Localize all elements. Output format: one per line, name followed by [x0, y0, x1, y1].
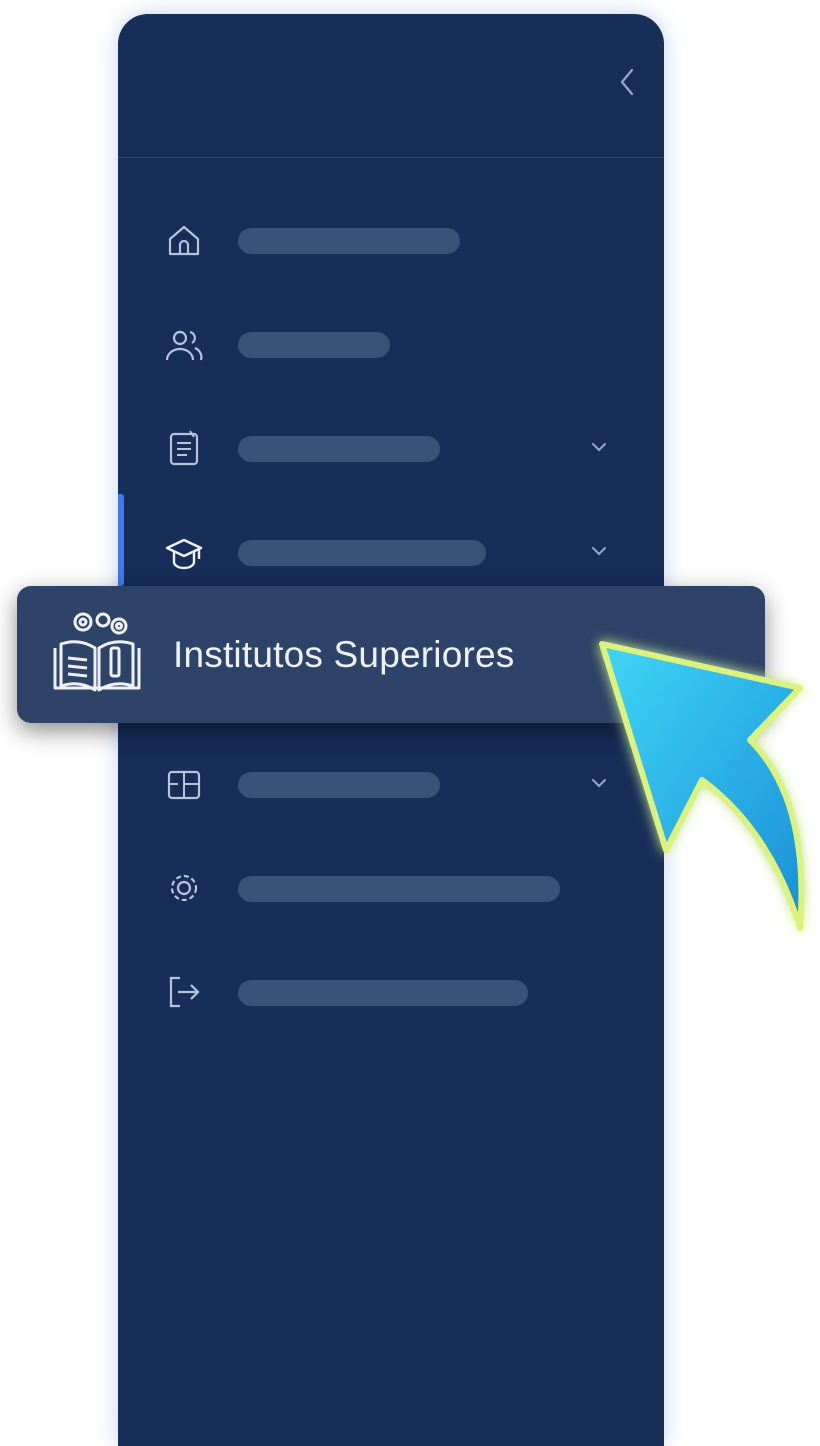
document-icon	[169, 430, 199, 466]
sidebar	[118, 14, 664, 1446]
logout-icon	[169, 976, 200, 1008]
chevron-down-icon[interactable]	[588, 436, 610, 458]
chevron-left-icon[interactable]	[616, 66, 638, 98]
curved-arrow-pointer-icon	[599, 641, 805, 931]
flyout-label: Institutos Superiores	[173, 634, 515, 675]
gear-icon	[170, 874, 198, 902]
sidebar-item-label-placeholder	[238, 540, 486, 566]
chevron-down-icon[interactable]	[588, 540, 610, 562]
sidebar-item-label-placeholder	[238, 436, 440, 462]
sidebar-header	[118, 14, 664, 158]
book-gears-icon	[53, 612, 141, 692]
graduation-cap-icon	[165, 538, 203, 570]
users-icon	[165, 330, 203, 361]
home-icon	[168, 225, 200, 256]
sidebar-item-documents[interactable]	[118, 408, 664, 488]
sidebar-item-label-placeholder	[238, 228, 460, 254]
sidebar-item-label-placeholder	[238, 876, 560, 902]
sidebar-item-label-placeholder	[238, 772, 440, 798]
sidebar-item-users[interactable]	[118, 304, 664, 384]
sidebar-item-logout[interactable]	[118, 952, 664, 1032]
sidebar-item-education[interactable]	[118, 512, 664, 592]
sidebar-item-home[interactable]	[118, 200, 664, 280]
sidebar-item-label-placeholder	[238, 980, 528, 1006]
sidebar-item-layout[interactable]	[118, 744, 664, 824]
sidebar-item-settings[interactable]	[118, 848, 664, 928]
sidebar-item-label-placeholder	[238, 332, 390, 358]
layout-icon	[167, 770, 201, 800]
